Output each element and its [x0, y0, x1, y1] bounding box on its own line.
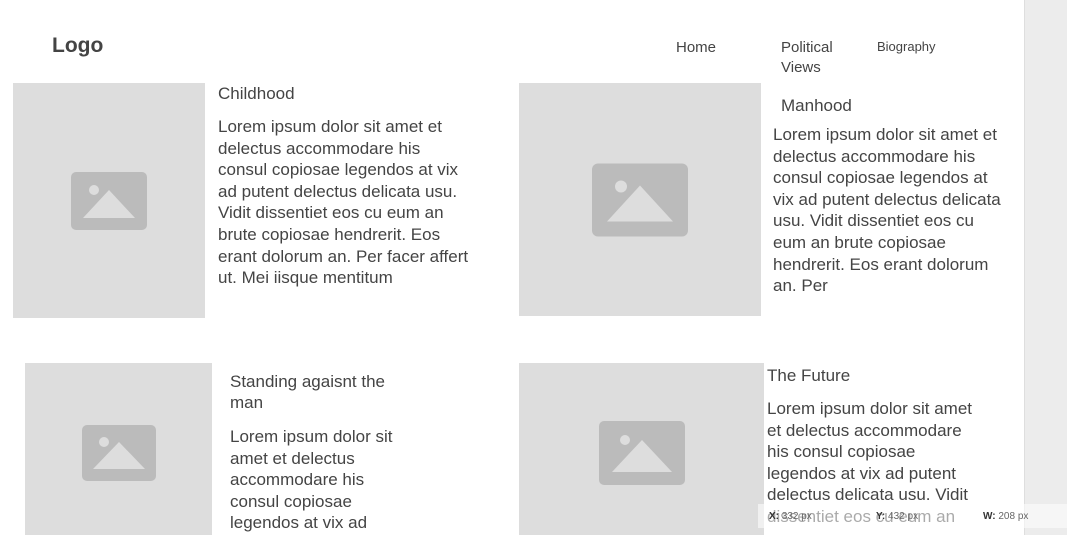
readout-w: W: 208 px	[983, 511, 1029, 522]
card-text-childhood: Lorem ipsum dolor sit amet et delectus a…	[218, 117, 469, 288]
image-placeholder-icon	[81, 425, 156, 481]
card-title-childhood: Childhood	[218, 84, 295, 103]
image-placeholder	[13, 83, 205, 318]
nav-biography[interactable]: Biography	[877, 38, 936, 55]
image-placeholder-icon	[71, 171, 147, 230]
dimension-readout: X: 332 px Y: 432 px W: 208 px	[758, 504, 1067, 528]
image-placeholder	[25, 363, 212, 535]
image-placeholder	[519, 363, 764, 535]
card-text-standing: Lorem ipsum dolor sit amet et delectus a…	[230, 427, 393, 533]
card-title-future: The Future	[767, 366, 851, 385]
readout-y: Y: 432 px	[876, 511, 919, 522]
card-title-standing: Standing agaisnt the man	[230, 372, 386, 412]
card-text-manhood: Lorem ipsum dolor sit amet et delectus a…	[773, 125, 1001, 296]
wireframe-canvas: Logo Home Political Views Biography Chil…	[0, 0, 1024, 535]
image-placeholder-icon	[592, 163, 688, 236]
logo[interactable]: Logo	[52, 34, 103, 58]
image-placeholder-icon	[598, 421, 685, 485]
card-title-manhood: Manhood	[781, 96, 852, 115]
readout-x: X: 332 px	[769, 511, 812, 522]
nav-political-views[interactable]: Political Views	[781, 38, 851, 78]
nav-home[interactable]: Home	[676, 38, 716, 58]
image-placeholder	[519, 83, 761, 316]
side-panel	[1024, 0, 1067, 535]
